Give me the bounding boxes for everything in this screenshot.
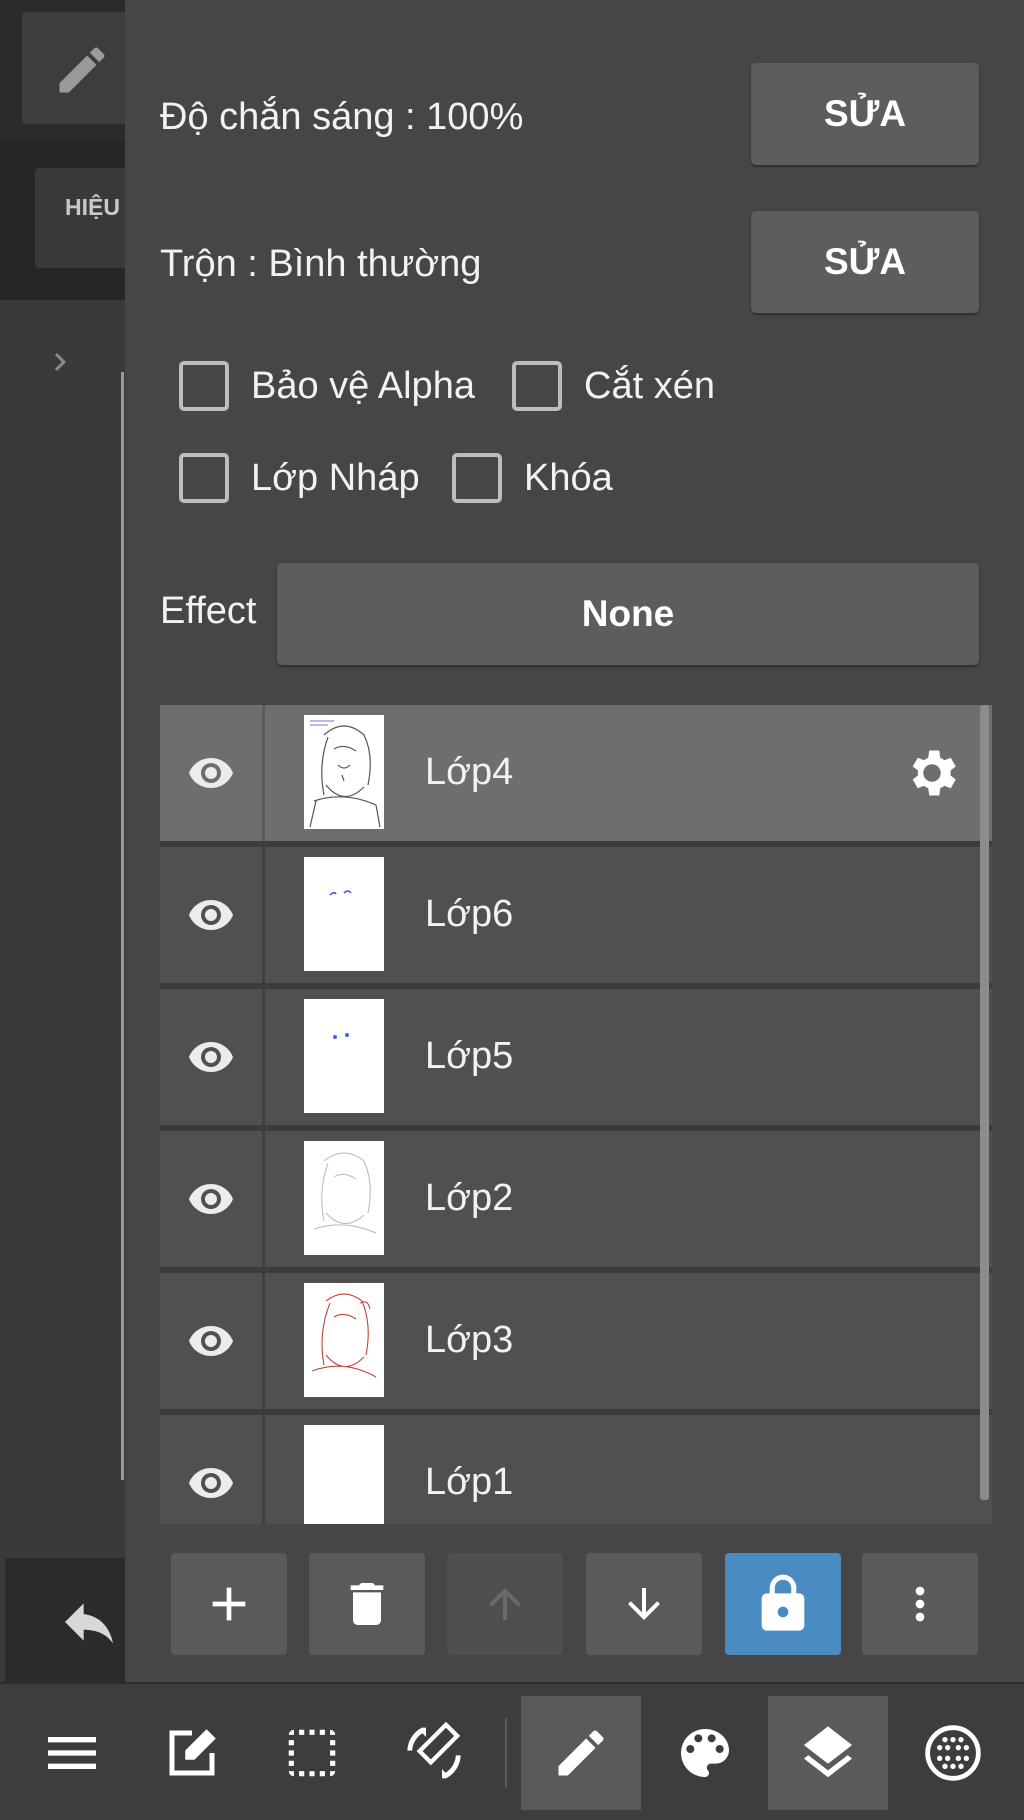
gear-icon [912,750,956,796]
layer-name: Lớp6 [425,893,514,935]
row-divider [262,1415,265,1524]
canvas-edge [121,372,124,1480]
lock-label: Khóa [524,456,613,499]
visibility-toggle[interactable] [160,989,262,1125]
draft-layer-label: Lớp Nháp [251,456,420,499]
clipping-label: Cắt xén [584,364,715,407]
edit-canvas-icon [169,1729,216,1776]
layer-row[interactable]: Lớp6 [160,847,992,983]
lock-layer-button[interactable] [725,1553,841,1655]
protect-alpha-checkbox[interactable]: Bảo vệ Alpha [179,361,475,411]
visibility-toggle[interactable] [160,847,262,983]
move-layer-up-button[interactable] [447,1553,563,1655]
toolbar-separator [505,1718,507,1788]
protect-alpha-label: Bảo vệ Alpha [251,364,475,407]
clipping-checkbox[interactable]: Cắt xén [512,361,715,411]
pen-icon [59,47,105,93]
layers-button[interactable] [768,1696,888,1810]
layer-row[interactable]: Lớp3 [160,1273,992,1409]
layer-list[interactable]: Lớp4 Lớp6 Lớp5 Lớp2 Lớp3 Lớp1 [160,705,992,1524]
layer-name: Lớp3 [425,1319,514,1361]
add-layer-button[interactable] [171,1553,287,1655]
eye-icon [189,1468,233,1498]
checkbox-box [512,361,562,411]
rotate-canvas-button[interactable] [374,1696,494,1810]
pen-tool-button[interactable] [521,1696,641,1810]
palette-icon [681,1729,729,1777]
checkbox-box [179,361,229,411]
row-divider [262,1273,265,1409]
draft-layer-checkbox[interactable]: Lớp Nháp [179,453,420,503]
row-divider [262,705,265,841]
layer-list-scrollbar[interactable] [980,705,989,1500]
grid-circle-icon [925,1725,981,1781]
layer-thumbnail [304,1425,384,1524]
rotate-icon [407,1721,461,1779]
arrow-up-icon [489,1588,521,1620]
visibility-toggle[interactable] [160,1131,262,1267]
edit-blend-button[interactable]: SỬA [751,211,979,313]
row-divider [262,989,265,1125]
pen-icon [558,1730,604,1776]
trash-icon [350,1583,384,1625]
eye-icon [189,758,233,788]
grid-settings-button[interactable] [893,1696,1013,1810]
edit-opacity-button[interactable]: SỬA [751,63,979,165]
row-divider [262,847,265,983]
eye-icon [189,900,233,930]
layer-name: Lớp1 [425,1461,514,1503]
layer-thumbnail [304,1283,384,1397]
checkbox-box [452,453,502,503]
add-icon [212,1587,246,1621]
layer-settings-button[interactable] [902,743,962,808]
layer-row[interactable]: Lớp5 [160,989,992,1125]
undo-button[interactable] [5,1558,130,1682]
more-vertical-icon [915,1586,925,1622]
tab-effect[interactable]: HIỆU [35,168,135,268]
arrow-down-icon [628,1588,660,1620]
visibility-toggle[interactable] [160,1273,262,1409]
blend-mode-label: Trộn : Bình thường [160,243,482,285]
menu-button[interactable] [12,1696,132,1810]
layer-name: Lớp5 [425,1035,514,1077]
lock-icon [761,1574,805,1631]
chevron-right-icon[interactable] [42,340,78,384]
eye-icon [189,1326,233,1356]
bottom-toolbar [0,1682,1024,1820]
effect-select-button[interactable]: None [277,563,979,665]
lock-checkbox[interactable]: Khóa [452,453,613,503]
edit-canvas-button[interactable] [132,1696,252,1810]
visibility-toggle[interactable] [160,705,262,841]
eye-icon [189,1184,233,1214]
opacity-label: Độ chắn sáng : 100% [160,96,524,138]
row-divider [262,1131,265,1267]
layer-panel: Độ chắn sáng : 100% SỬA Trộn : Bình thườ… [125,0,1024,1682]
more-options-button[interactable] [862,1553,978,1655]
selection-icon [288,1729,336,1777]
layer-thumbnail [304,1141,384,1255]
layer-thumbnail [304,857,384,971]
layer-row[interactable]: Lớp4 [160,705,992,841]
color-palette-button[interactable] [645,1696,765,1810]
brush-tool-button[interactable] [22,12,132,124]
layers-icon [804,1726,852,1778]
layer-thumbnail [304,999,384,1113]
delete-layer-button[interactable] [309,1553,425,1655]
menu-icon [48,1737,96,1769]
layer-row[interactable]: Lớp2 [160,1131,992,1267]
checkbox-box [179,453,229,503]
layer-thumbnail [304,715,384,829]
effect-label: Effect [160,590,257,632]
move-layer-down-button[interactable] [586,1553,702,1655]
selection-button[interactable] [252,1696,372,1810]
eye-icon [189,1042,233,1072]
layer-name: Lớp2 [425,1177,514,1219]
undo-icon [65,1603,113,1644]
visibility-toggle[interactable] [160,1415,262,1524]
layer-name: Lớp4 [425,751,514,793]
layer-row[interactable]: Lớp1 [160,1415,992,1524]
